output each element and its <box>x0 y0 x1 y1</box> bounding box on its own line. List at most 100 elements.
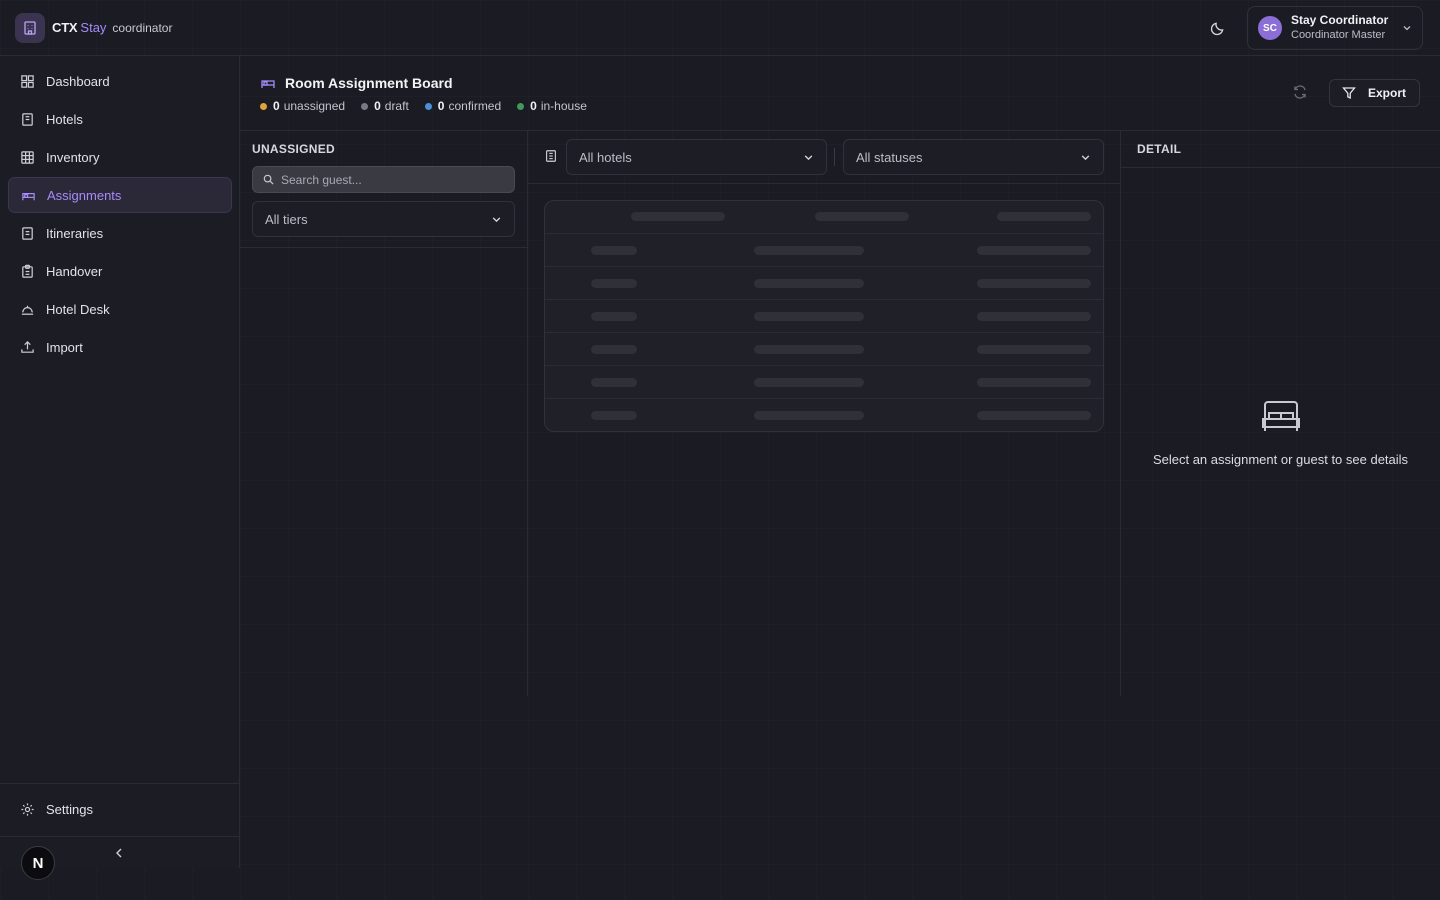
brand-role: coordinator <box>112 20 173 35</box>
search-icon <box>263 174 274 185</box>
loading-table <box>544 200 1104 432</box>
filter-bar: All hotels All statuses <box>528 131 1120 184</box>
stat-count: 0 <box>374 99 381 113</box>
page-title: Room Assignment Board <box>285 75 453 91</box>
building-icon <box>546 150 556 162</box>
sidebar-item-inventory[interactable]: Inventory <box>8 139 232 175</box>
chevron-down-icon <box>1081 155 1090 161</box>
building-logo-icon <box>15 12 45 43</box>
sidebar-item-assignments[interactable]: Assignments <box>8 177 232 213</box>
assignment-board: All hotels All statuses <box>528 131 1121 696</box>
skeleton-row <box>545 267 1103 300</box>
stat-label: unassigned <box>283 99 346 113</box>
chevron-down-icon <box>1403 26 1411 31</box>
sidebar-item-label: Itineraries <box>46 225 104 241</box>
bell-icon <box>19 301 35 317</box>
sidebar-item-label: Inventory <box>46 149 100 165</box>
search-input[interactable] <box>281 172 501 187</box>
section-title: UNASSIGNED <box>252 142 336 156</box>
export-button[interactable]: Export <box>1329 79 1420 107</box>
brand-name: CTX <box>52 20 78 35</box>
grid-icon <box>19 149 35 165</box>
detail-panel: DETAIL Select an assignment or guest to … <box>1121 131 1440 696</box>
skeleton-row <box>545 333 1103 366</box>
chevron-down-icon <box>492 217 501 223</box>
page-header: Room Assignment Board 0 unassigned 0 dra… <box>240 56 1440 131</box>
stat-label: confirmed <box>448 99 502 113</box>
sidebar-item-dashboard[interactable]: Dashboard <box>8 63 232 99</box>
dashboard-icon <box>19 73 35 89</box>
theme-toggle-button[interactable] <box>1204 15 1230 41</box>
hotel-select-value: All hotels <box>579 149 632 165</box>
divider <box>0 836 239 837</box>
status-select-value: All statuses <box>856 149 923 165</box>
gear-icon <box>19 801 35 817</box>
tier-select-value: All tiers <box>265 211 308 227</box>
export-label: Export <box>1368 86 1407 100</box>
clipboard-icon <box>19 263 35 279</box>
bed-icon <box>20 187 36 203</box>
status-dot <box>424 102 432 110</box>
upload-icon <box>19 339 35 355</box>
sidebar: Dashboard Hotels Inventory Assignments I… <box>0 56 240 880</box>
stat-label: draft <box>384 99 409 113</box>
skeleton-row <box>545 300 1103 333</box>
brand[interactable]: CTX Stay coordinator <box>15 12 173 43</box>
status-dot <box>361 102 369 110</box>
empty-state-message: Select an assignment or guest to see det… <box>1152 452 1409 467</box>
sidebar-item-itineraries[interactable]: Itineraries <box>8 215 232 251</box>
sidebar-item-hotel-desk[interactable]: Hotel Desk <box>8 291 232 327</box>
stat-in-house: 0 in-house <box>517 99 587 113</box>
sidebar-item-label: Import <box>46 339 83 355</box>
sidebar-item-label: Settings <box>46 801 93 817</box>
bed-icon <box>261 80 275 88</box>
stat-draft: 0 draft <box>361 99 409 113</box>
top-bar: CTX Stay coordinator SC Stay Coordinator… <box>0 0 1440 56</box>
filter-icon <box>1342 87 1356 100</box>
chevron-left-icon <box>116 848 122 858</box>
user-name: Stay Coordinator <box>1291 13 1389 27</box>
status-summary: 0 unassigned 0 draft 0 confirmed 0 in-ho… <box>260 99 603 113</box>
status-select[interactable]: All statuses <box>843 139 1104 175</box>
brand-accent: Stay <box>80 20 107 35</box>
empty-state: Select an assignment or guest to see det… <box>1121 399 1440 467</box>
sidebar-item-import[interactable]: Import <box>8 329 232 365</box>
document-icon <box>19 225 35 241</box>
sidebar-item-label: Dashboard <box>46 73 110 89</box>
hotel-select[interactable]: All hotels <box>566 139 827 175</box>
avatar: SC <box>1258 16 1282 40</box>
divider <box>834 148 835 166</box>
skeleton-row <box>545 399 1103 431</box>
divider <box>0 783 239 784</box>
moon-icon <box>1210 22 1223 35</box>
workspace-badge[interactable]: N <box>21 846 55 880</box>
building-icon <box>19 111 35 127</box>
stat-count: 0 <box>530 99 537 113</box>
stat-confirmed: 0 confirmed <box>424 99 502 113</box>
stat-label: in-house <box>540 99 587 113</box>
collapse-sidebar-button[interactable] <box>112 846 128 862</box>
refresh-button[interactable] <box>1292 84 1310 102</box>
sidebar-item-label: Handover <box>46 263 103 279</box>
status-dot <box>260 102 267 110</box>
search-box[interactable] <box>252 166 515 193</box>
bed-icon <box>1261 401 1300 431</box>
chevron-down-icon <box>804 155 813 161</box>
skeleton-header-row <box>545 201 1103 234</box>
sidebar-item-label: Assignments <box>47 187 122 203</box>
user-menu[interactable]: SC Stay Coordinator Coordinator Master <box>1247 6 1423 50</box>
sidebar-item-hotels[interactable]: Hotels <box>8 101 232 137</box>
unassigned-panel: UNASSIGNED All tiers <box>240 131 528 696</box>
tier-select[interactable]: All tiers <box>252 201 515 237</box>
refresh-icon <box>1294 85 1306 99</box>
status-dot <box>517 102 525 110</box>
sidebar-item-label: Hotel Desk <box>46 301 110 317</box>
sidebar-item-label: Hotels <box>46 111 83 127</box>
stat-count: 0 <box>437 99 445 113</box>
sidebar-item-settings[interactable]: Settings <box>8 791 232 827</box>
section-title: DETAIL <box>1137 142 1182 156</box>
stat-unassigned: 0 unassigned <box>260 99 345 113</box>
stat-count: 0 <box>273 99 280 113</box>
sidebar-item-handover[interactable]: Handover <box>8 253 232 289</box>
user-role: Coordinator Master <box>1291 29 1386 41</box>
